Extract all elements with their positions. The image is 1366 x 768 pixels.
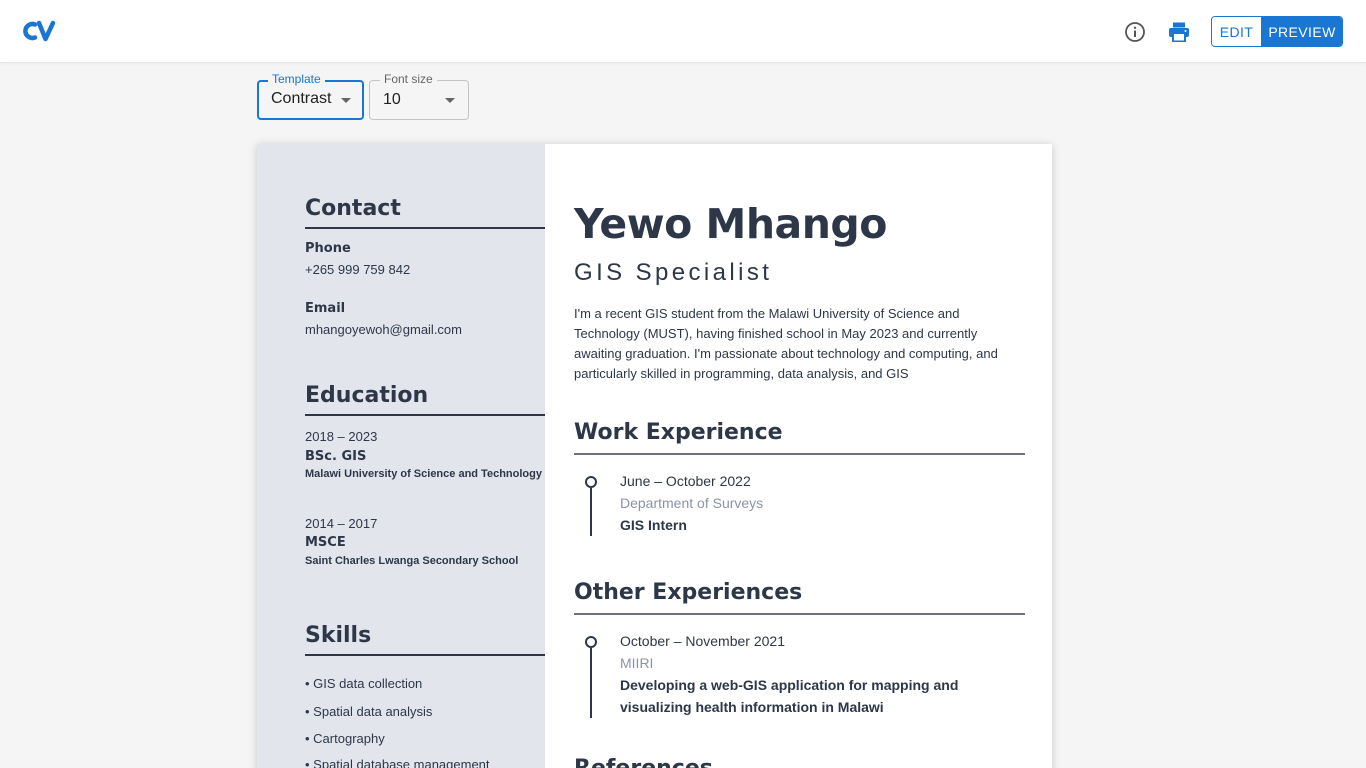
- font-size-select-value: 10: [383, 91, 401, 108]
- skill-item: • Spatial data analysis: [305, 704, 433, 719]
- work-title: GIS Intern: [620, 517, 687, 533]
- email-label: Email: [305, 301, 346, 316]
- work-date: June – October 2022: [620, 473, 751, 489]
- cv-logo-icon: [23, 20, 55, 42]
- education-heading: Education: [305, 383, 545, 416]
- cv-role: GIS Specialist: [574, 259, 773, 286]
- top-app-bar: EDIT PREVIEW: [0, 0, 1366, 63]
- font-size-dropdown-caret-icon: [445, 98, 455, 103]
- info-icon: [1125, 22, 1145, 42]
- preview-button[interactable]: PREVIEW: [1262, 17, 1342, 46]
- info-button[interactable]: [1121, 18, 1149, 46]
- cv-name: Yewo Mhango: [574, 200, 887, 248]
- contact-heading: Contact: [305, 196, 545, 229]
- timeline-dot-icon: [585, 636, 597, 648]
- edit-button[interactable]: EDIT: [1212, 17, 1262, 46]
- education-degree: BSc. GIS: [305, 449, 367, 464]
- cv-logo[interactable]: [23, 20, 55, 42]
- references-heading: References: [574, 756, 713, 768]
- skills-heading: Skills: [305, 623, 545, 656]
- other-date: October – November 2021: [620, 633, 785, 649]
- print-button[interactable]: [1165, 18, 1193, 46]
- font-size-select[interactable]: Font size 10: [369, 72, 469, 120]
- cv-preview: Contact Phone +265 999 759 842 Email mha…: [257, 144, 1052, 768]
- education-school: Malawi University of Science and Technol…: [305, 468, 542, 480]
- education-years: 2018 – 2023: [305, 429, 378, 444]
- skill-item: • Cartography: [305, 731, 385, 746]
- education-degree: MSCE: [305, 535, 346, 550]
- template-select[interactable]: Template Contrast: [257, 72, 364, 120]
- education-school: Saint Charles Lwanga Secondary School: [305, 555, 519, 567]
- timeline-line: [590, 648, 592, 718]
- skill-item: • GIS data collection: [305, 676, 423, 691]
- template-dropdown-caret-icon: [341, 98, 351, 103]
- mode-toggle: EDIT PREVIEW: [1211, 16, 1343, 47]
- other-title: Developing a web-GIS application for map…: [620, 677, 959, 715]
- phone-value: +265 999 759 842: [305, 262, 411, 277]
- cv-sidebar: Contact Phone +265 999 759 842 Email mha…: [257, 144, 545, 768]
- template-select-label: Template: [268, 72, 325, 86]
- timeline-dot-icon: [585, 476, 597, 488]
- other-organization: MIIRI: [620, 655, 654, 671]
- email-value: mhangoyewoh@gmail.com: [305, 322, 462, 337]
- cv-summary: I'm a recent GIS student from the Malawi…: [574, 306, 998, 381]
- timeline-line: [590, 488, 592, 536]
- education-years: 2014 – 2017: [305, 516, 378, 531]
- skill-item: • Spatial database management: [305, 757, 490, 768]
- template-select-value: Contrast: [271, 90, 332, 107]
- font-size-select-label: Font size: [380, 72, 437, 86]
- cv-main-column: Yewo Mhango GIS Specialist I'm a recent …: [545, 144, 1052, 768]
- other-experiences-heading: Other Experiences: [574, 580, 1025, 615]
- phone-label: Phone: [305, 241, 351, 256]
- work-organization: Department of Surveys: [620, 495, 764, 511]
- print-icon: [1169, 22, 1189, 42]
- work-experience-heading: Work Experience: [574, 420, 1025, 455]
